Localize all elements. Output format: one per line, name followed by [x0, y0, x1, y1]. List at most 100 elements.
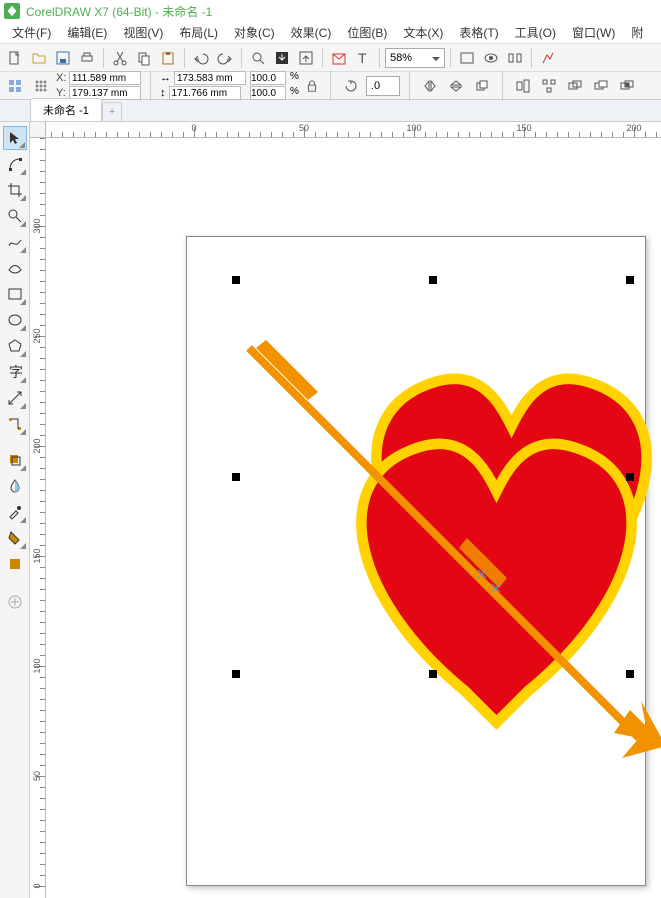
fullscreen-button[interactable]	[456, 47, 478, 69]
horizontal-ruler[interactable]: 050100150200	[46, 122, 661, 138]
menu-layout[interactable]: 布局(L)	[171, 22, 226, 43]
percent-label: %	[290, 71, 299, 85]
standard-toolbar: T 58%	[0, 44, 661, 72]
copy-button[interactable]	[133, 47, 155, 69]
shape-tool[interactable]	[3, 152, 27, 176]
separator	[241, 48, 242, 68]
sel-handle-bm[interactable]	[429, 670, 437, 678]
position-block: X: Y:	[56, 71, 141, 100]
freehand-tool[interactable]	[3, 230, 27, 254]
menu-file[interactable]: 文件(F)	[4, 22, 59, 43]
zoom-tool[interactable]	[3, 204, 27, 228]
weld-button[interactable]	[564, 75, 586, 97]
width-icon: ↔	[160, 72, 171, 84]
align-button[interactable]	[512, 75, 534, 97]
launch-button[interactable]	[537, 47, 559, 69]
add-document-tab[interactable]: +	[102, 102, 122, 121]
artistic-media-tool[interactable]	[3, 256, 27, 280]
sel-handle-bl[interactable]	[232, 670, 240, 678]
height-input[interactable]	[169, 86, 241, 100]
new-button[interactable]	[4, 47, 26, 69]
paste-button[interactable]	[157, 47, 179, 69]
separator	[531, 48, 532, 68]
sel-handle-ml[interactable]	[232, 473, 240, 481]
presets-button[interactable]	[4, 75, 26, 97]
rotation-input[interactable]	[366, 76, 400, 96]
menu-effects[interactable]: 效果(C)	[283, 22, 340, 43]
scale-y-input[interactable]	[250, 86, 286, 100]
distribute-button[interactable]	[538, 75, 560, 97]
text-tool[interactable]: 字	[3, 360, 27, 384]
x-position-input[interactable]	[69, 71, 141, 85]
preview-button[interactable]	[480, 47, 502, 69]
percent-labels: % %	[290, 71, 299, 100]
eyedropper-tool[interactable]	[3, 500, 27, 524]
text-button[interactable]: T	[352, 47, 374, 69]
polygon-tool[interactable]	[3, 334, 27, 358]
smart-fill-tool[interactable]	[3, 552, 27, 576]
separator	[379, 48, 380, 68]
artwork-hearts-arrow[interactable]	[234, 338, 661, 788]
options-button[interactable]	[504, 47, 526, 69]
pick-tool[interactable]	[3, 126, 27, 150]
document-tab[interactable]: 未命名 -1	[30, 98, 102, 121]
sel-handle-tl[interactable]	[232, 276, 240, 284]
ruler-origin[interactable]	[30, 122, 46, 138]
menu-window[interactable]: 窗口(W)	[564, 22, 623, 43]
drawing-canvas[interactable]	[46, 138, 661, 898]
menu-text[interactable]: 文本(X)	[395, 22, 451, 43]
sel-handle-mr[interactable]	[626, 473, 634, 481]
redo-button[interactable]	[214, 47, 236, 69]
trim-button[interactable]	[590, 75, 612, 97]
search-button[interactable]	[247, 47, 269, 69]
sel-handle-tr[interactable]	[626, 276, 634, 284]
menu-arrange[interactable]: 对象(C)	[226, 22, 283, 43]
canvas-area: 050100150200 050100150200250300	[30, 122, 661, 898]
menu-table[interactable]: 表格(T)	[451, 22, 506, 43]
rectangle-tool[interactable]	[3, 282, 27, 306]
menu-bar: 文件(F) 编辑(E) 视图(V) 布局(L) 对象(C) 效果(C) 位图(B…	[0, 22, 661, 44]
mirror-v-button[interactable]	[445, 75, 467, 97]
print-button[interactable]	[76, 47, 98, 69]
separator	[409, 71, 410, 101]
height-icon: ↕	[160, 87, 166, 99]
interactive-fill-tool[interactable]	[3, 526, 27, 550]
menu-help[interactable]: 附	[623, 22, 651, 43]
scale-x-input[interactable]	[250, 71, 286, 85]
export-button[interactable]	[295, 47, 317, 69]
menu-bitmap[interactable]: 位图(B)	[339, 22, 395, 43]
transparency-tool[interactable]	[3, 474, 27, 498]
size-block: ↔ ↕	[160, 71, 246, 100]
undo-button[interactable]	[190, 47, 212, 69]
connector-tool[interactable]	[3, 412, 27, 436]
zoom-level-combo[interactable]: 58%	[385, 48, 445, 68]
sel-handle-br[interactable]	[626, 670, 634, 678]
property-bar: X: Y: ↔ ↕ % %	[0, 72, 661, 100]
separator	[450, 48, 451, 68]
menu-tools[interactable]: 工具(O)	[507, 22, 564, 43]
grid-button[interactable]	[30, 75, 52, 97]
import-button[interactable]	[271, 47, 293, 69]
intersect-button[interactable]	[616, 75, 638, 97]
menu-edit[interactable]: 编辑(E)	[59, 22, 115, 43]
separator	[103, 48, 104, 68]
publish-button[interactable]	[328, 47, 350, 69]
separator	[330, 71, 331, 101]
separator	[502, 71, 503, 101]
rotate-icon	[340, 75, 362, 97]
lock-ratio-button[interactable]	[303, 75, 321, 97]
drop-shadow-tool[interactable]	[3, 448, 27, 472]
open-button[interactable]	[28, 47, 50, 69]
arrange-button[interactable]	[471, 75, 493, 97]
mirror-h-button[interactable]	[419, 75, 441, 97]
cut-button[interactable]	[109, 47, 131, 69]
width-input[interactable]	[174, 71, 246, 85]
menu-view[interactable]: 视图(V)	[115, 22, 171, 43]
sel-handle-tm[interactable]	[429, 276, 437, 284]
save-button[interactable]	[52, 47, 74, 69]
vertical-ruler[interactable]: 050100150200250300	[30, 138, 46, 898]
crop-tool[interactable]	[3, 178, 27, 202]
quick-customize-button[interactable]	[3, 590, 27, 614]
dimension-tool[interactable]	[3, 386, 27, 410]
ellipse-tool[interactable]	[3, 308, 27, 332]
